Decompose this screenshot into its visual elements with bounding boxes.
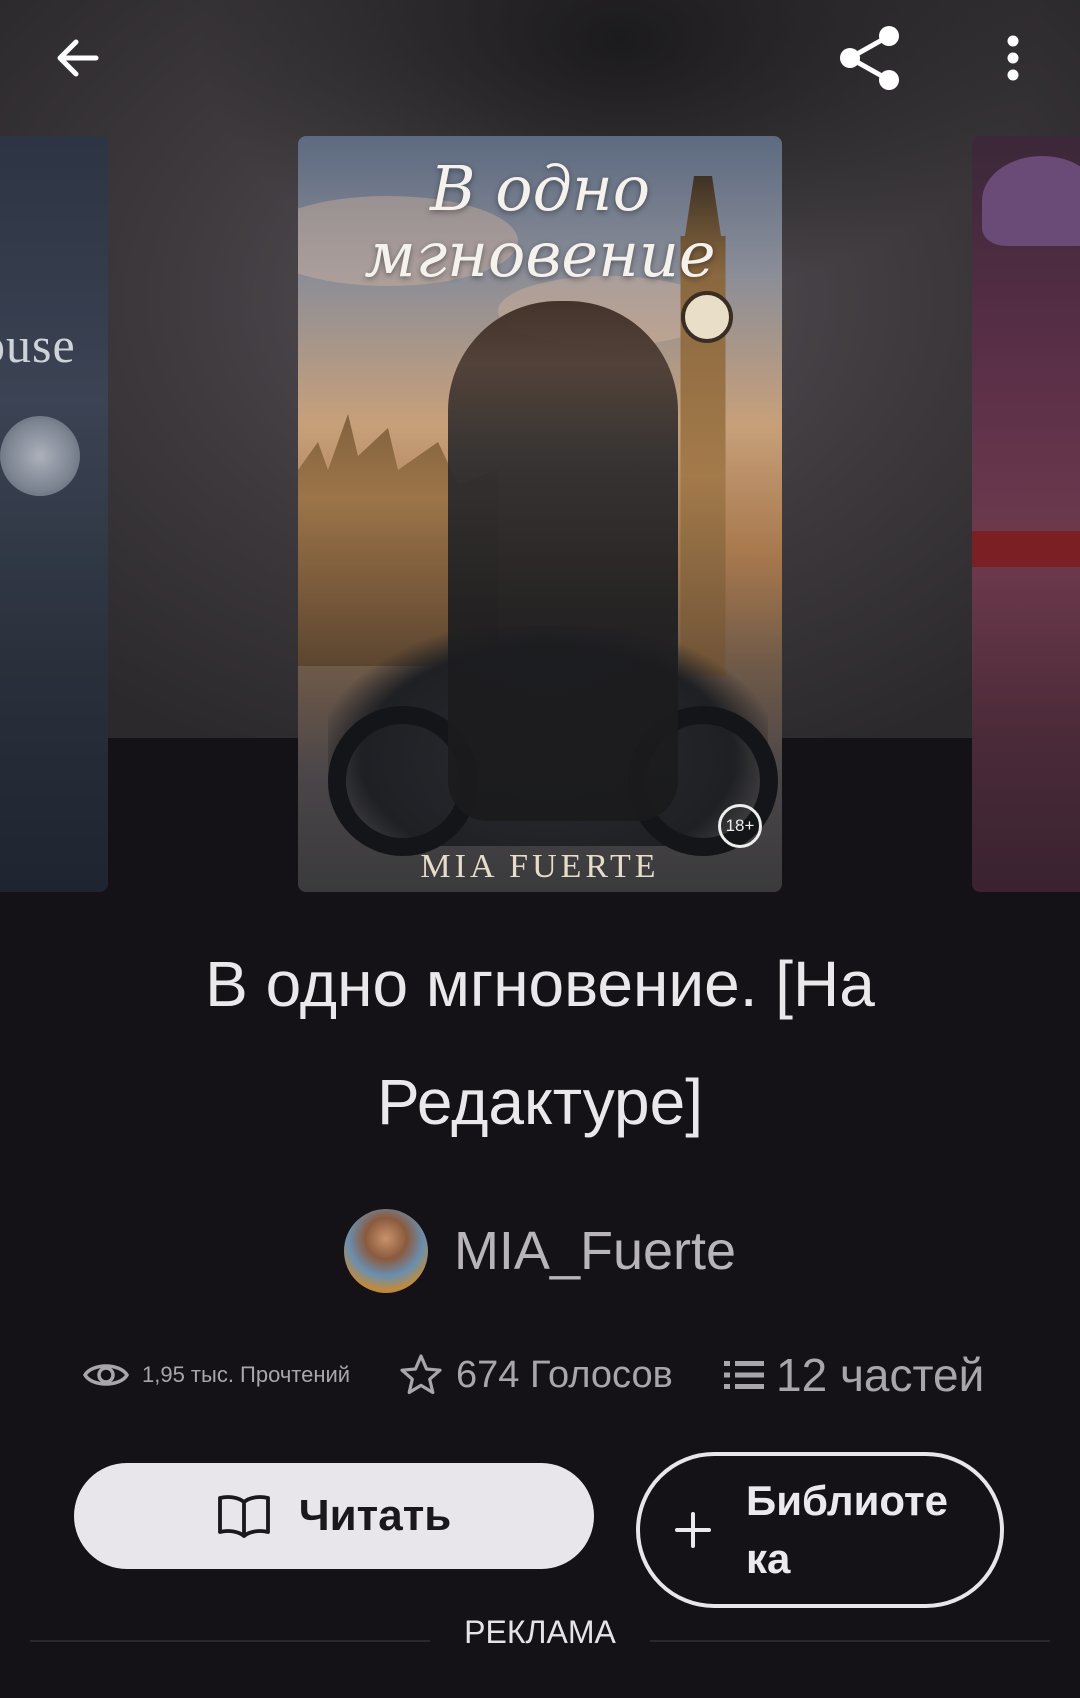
more-options-button[interactable] — [990, 20, 1036, 96]
cover-title-band — [972, 531, 1080, 567]
cover-couple-illustration — [448, 301, 678, 821]
reads-count: 1,95 тыс. Прочтений — [142, 1362, 351, 1387]
share-button[interactable] — [830, 18, 910, 98]
share-icon — [840, 26, 899, 90]
eye-icon — [82, 1364, 130, 1386]
cover-author: MIA FUERTE — [420, 848, 660, 885]
cover-title: В одно мгновение — [298, 156, 782, 288]
previous-cover-text: ouse — [0, 317, 76, 373]
author-row[interactable]: MIA_Fuerte — [0, 1208, 1080, 1294]
book-title: В одно мгновение. [На Редактуре] — [205, 948, 875, 1138]
age-rating-badge: 18+ — [718, 804, 762, 848]
back-button[interactable] — [40, 20, 116, 96]
top-bar — [0, 0, 1080, 120]
ad-label: РЕКЛАМА — [464, 1614, 616, 1650]
cover-illustration — [982, 156, 1080, 246]
arrow-left-icon — [57, 39, 99, 77]
more-vertical-icon — [1007, 35, 1019, 81]
read-button[interactable]: Читать — [74, 1463, 594, 1569]
author-name[interactable]: MIA_Fuerte — [454, 1220, 736, 1282]
previous-book-cover[interactable]: e ouse — [0, 136, 108, 892]
plus-icon — [675, 1512, 711, 1548]
book-open-icon — [217, 1495, 270, 1538]
moon-illustration — [0, 416, 80, 496]
cover-title-line-2: мгновение — [364, 218, 716, 291]
next-book-cover[interactable] — [972, 136, 1080, 892]
reads-stat: 1,95 тыс. Прочтений — [82, 1340, 350, 1410]
book-cover[interactable]: В одно мгновение 18+ MIA FUERTE — [298, 136, 782, 892]
library-button-label: Библиотека — [746, 1477, 948, 1582]
cover-clock-illustration — [681, 291, 733, 343]
cover-title-line-1: В одно — [429, 152, 651, 225]
read-button-label: Читать — [298, 1491, 452, 1540]
star-icon — [400, 1354, 442, 1395]
votes-stat: 674 Голосов — [398, 1340, 673, 1410]
votes-count: 674 Голосов — [456, 1353, 673, 1396]
author-avatar[interactable] — [343, 1209, 428, 1293]
parts-stat[interactable]: 12 частей — [724, 1340, 984, 1410]
list-icon — [724, 1361, 764, 1389]
add-to-library-button[interactable]: Библиотека — [636, 1452, 1004, 1608]
parts-count[interactable]: 12 частей — [776, 1348, 984, 1402]
book-stats: 1,95 тыс. Прочтений 674 Голосов 12 часте… — [0, 1340, 1080, 1410]
